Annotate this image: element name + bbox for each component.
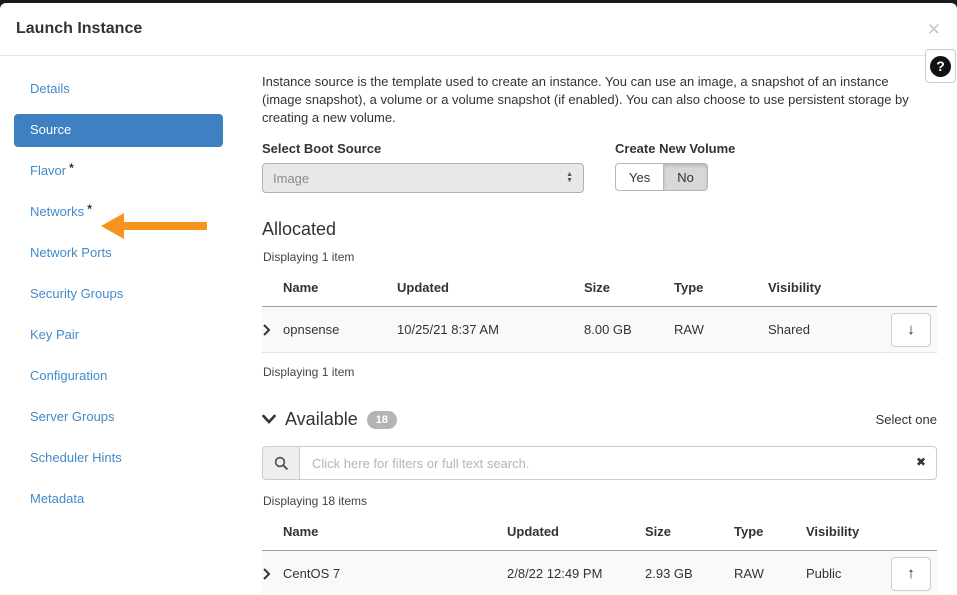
chevron-down-icon[interactable] (262, 412, 276, 427)
row-type: RAW (674, 322, 768, 337)
required-asterisk: * (69, 161, 74, 175)
clear-search-icon[interactable]: ✖ (916, 456, 926, 468)
modal-header: Launch Instance ✕ (0, 3, 957, 56)
row-type: RAW (734, 566, 806, 581)
create-volume-no-button[interactable]: No (664, 163, 708, 191)
launch-instance-modal: Launch Instance ✕ ? Details Source Flavo… (0, 3, 957, 595)
table-row-opnsense[interactable]: opnsense 10/25/21 8:37 AM 8.00 GB RAW Sh… (262, 307, 937, 353)
down-arrow-icon: ↓ (907, 321, 915, 338)
help-button[interactable]: ? (925, 49, 956, 83)
deallocate-button[interactable]: ↓ (891, 313, 931, 347)
allocated-table-header: Name Updated Size Type Visibility (262, 272, 937, 307)
col-name: Name (283, 524, 507, 539)
boot-source-value: Image (273, 171, 309, 186)
col-name: Name (283, 280, 397, 295)
available-title: Available (285, 409, 358, 430)
sidebar-item-key-pair[interactable]: Key Pair (14, 319, 223, 352)
create-volume-yes-button[interactable]: Yes (615, 163, 664, 191)
modal-body: Details Source Flavor* Networks* Network… (0, 56, 957, 595)
row-size: 8.00 GB (584, 322, 674, 337)
col-type: Type (734, 524, 806, 539)
up-arrow-icon: ↑ (907, 565, 915, 582)
sidebar-item-source[interactable]: Source (14, 114, 223, 147)
row-size: 2.93 GB (645, 566, 734, 581)
create-volume-label: Create New Volume (615, 141, 735, 156)
wizard-sidebar: Details Source Flavor* Networks* Network… (0, 56, 237, 595)
chevron-right-icon[interactable] (262, 324, 283, 336)
allocated-table: Name Updated Size Type Visibility opnsen… (262, 272, 937, 353)
create-volume-group: Create New Volume Yes No (615, 141, 735, 193)
chevron-right-icon[interactable] (262, 568, 283, 580)
search-icon[interactable] (262, 446, 299, 480)
available-header: Available 18 Select one (262, 409, 937, 430)
row-updated: 2/8/22 12:49 PM (507, 566, 645, 581)
dropdown-caret-icon: ▲▼ (566, 172, 573, 184)
sidebar-item-configuration[interactable]: Configuration (14, 360, 223, 393)
sidebar-item-scheduler-hints[interactable]: Scheduler Hints (14, 442, 223, 475)
boot-source-select[interactable]: Image ▲▼ (262, 163, 584, 193)
col-type: Type (674, 280, 768, 295)
allocated-footer-count: Displaying 1 item (263, 365, 937, 379)
row-visibility: Public (806, 566, 876, 581)
col-visibility: Visibility (768, 280, 878, 295)
col-updated: Updated (507, 524, 645, 539)
source-description: Instance source is the template used to … (262, 73, 917, 127)
boot-source-form-row: Select Boot Source Image ▲▼ Create New V… (262, 141, 937, 193)
col-size: Size (645, 524, 734, 539)
required-asterisk: * (87, 202, 92, 216)
sidebar-item-server-groups[interactable]: Server Groups (14, 401, 223, 434)
available-count: Displaying 18 items (263, 494, 937, 508)
boot-source-label: Select Boot Source (262, 141, 584, 156)
select-one-hint: Select one (876, 412, 937, 427)
row-visibility: Shared (768, 322, 878, 337)
allocate-button[interactable]: ↑ (891, 557, 931, 591)
available-table-header: Name Updated Size Type Visibility (262, 516, 937, 551)
modal-title: Launch Instance (16, 20, 142, 38)
row-updated: 10/25/21 8:37 AM (397, 322, 584, 337)
create-volume-toggle: Yes No (615, 163, 708, 191)
sidebar-item-network-ports[interactable]: Network Ports (14, 237, 223, 270)
boot-source-group: Select Boot Source Image ▲▼ (262, 141, 584, 193)
allocated-count: Displaying 1 item (263, 250, 937, 264)
sidebar-item-flavor[interactable]: Flavor* (14, 155, 223, 188)
table-row-centos-7[interactable]: CentOS 7 2/8/22 12:49 PM 2.93 GB RAW Pub… (262, 551, 937, 595)
sidebar-item-details[interactable]: Details (14, 73, 223, 106)
sidebar-item-security-groups[interactable]: Security Groups (14, 278, 223, 311)
allocated-heading: Allocated (262, 219, 937, 240)
search-input[interactable] (299, 446, 937, 480)
row-name: opnsense (283, 322, 397, 337)
col-size: Size (584, 280, 674, 295)
row-name: CentOS 7 (283, 566, 507, 581)
available-table: Name Updated Size Type Visibility CentOS… (262, 516, 937, 595)
available-count-badge: 18 (367, 411, 397, 429)
orange-callout-arrow-icon (101, 213, 207, 239)
sidebar-item-metadata[interactable]: Metadata (14, 483, 223, 516)
close-icon[interactable]: ✕ (927, 21, 941, 38)
source-step-content: Instance source is the template used to … (237, 56, 957, 595)
col-updated: Updated (397, 280, 584, 295)
available-search-bar: ✖ (262, 446, 937, 480)
col-visibility: Visibility (806, 524, 876, 539)
question-mark-icon: ? (930, 56, 951, 77)
